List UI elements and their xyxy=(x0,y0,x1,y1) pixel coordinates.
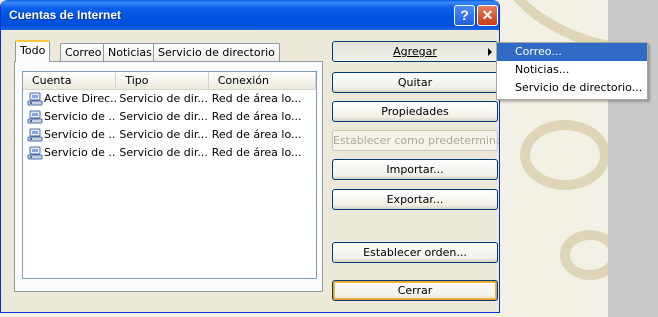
directory-service-icon xyxy=(27,109,43,125)
list-item[interactable]: Active Direc... Servicio de dir... Red de … xyxy=(23,90,316,108)
menu-item-correo[interactable]: Correo... xyxy=(497,43,647,61)
importar-button[interactable]: Importar... xyxy=(332,159,498,180)
window-title: Cuentas de Internet xyxy=(9,8,122,22)
submenu-arrow-icon xyxy=(488,48,492,56)
connection-cell: Red de área lo... xyxy=(211,92,302,105)
account-name: Servicio de ... xyxy=(44,110,117,123)
account-name: Active Direc... xyxy=(44,92,117,105)
type-cell: Servicio de dir... xyxy=(119,128,208,141)
list-item[interactable]: Servicio de ... Servicio de dir... Red de … xyxy=(23,144,316,162)
agregar-submenu: Correo... Noticias... Servicio de direct… xyxy=(496,42,648,100)
column-header-cuenta[interactable]: Cuenta xyxy=(23,72,117,90)
account-cell: Active Direc... xyxy=(23,90,116,108)
tab-correo[interactable]: Correo xyxy=(60,43,107,62)
help-button[interactable]: ? xyxy=(454,5,475,26)
account-cell: Servicio de ... xyxy=(23,144,116,162)
propiedades-button[interactable]: Propiedades xyxy=(332,101,498,122)
column-header-tipo[interactable]: Tipo xyxy=(116,72,209,90)
accounts-list[interactable]: Cuenta Tipo Conexión Active Direc... Serv… xyxy=(22,71,317,279)
close-window-button[interactable]: ✕ xyxy=(477,5,498,26)
connection-cell: Red de área lo... xyxy=(211,110,302,123)
tab-servicio-directorio[interactable]: Servicio de directorio xyxy=(153,43,280,62)
internet-accounts-dialog: Cuentas de Internet ? ✕ Todo Correo Noti… xyxy=(0,0,500,313)
type-cell: Servicio de dir... xyxy=(119,92,208,105)
column-header-conexion[interactable]: Conexión xyxy=(209,72,316,90)
list-item[interactable]: Servicio de ... Servicio de dir... Red de … xyxy=(23,126,316,144)
establecer-predeterminada-button[interactable]: Establecer como predeterminada xyxy=(332,130,499,151)
account-cell: Servicio de ... xyxy=(23,126,116,144)
directory-service-icon xyxy=(27,91,43,107)
list-item[interactable]: Servicio de ... Servicio de dir... Red de … xyxy=(23,108,316,126)
directory-service-icon xyxy=(27,145,43,161)
tab-todo[interactable]: Todo xyxy=(15,40,51,62)
title-bar[interactable]: Cuentas de Internet ? ✕ xyxy=(1,0,499,30)
dialog-client-area: Todo Correo Noticias Servicio de directo… xyxy=(4,30,499,310)
menu-item-servicio-directorio[interactable]: Servicio de directorio... xyxy=(497,79,647,97)
quitar-button[interactable]: Quitar xyxy=(332,72,498,93)
list-body: Active Direc... Servicio de dir... Red de … xyxy=(23,90,316,162)
connection-cell: Red de área lo... xyxy=(211,146,302,159)
tab-noticias[interactable]: Noticias xyxy=(103,43,157,62)
type-cell: Servicio de dir... xyxy=(119,146,208,159)
exportar-button[interactable]: Exportar... xyxy=(332,189,498,210)
account-cell: Servicio de ... xyxy=(23,108,116,126)
establecer-orden-button[interactable]: Establecer orden... xyxy=(332,242,498,263)
menu-item-noticias[interactable]: Noticias... xyxy=(497,61,647,79)
tab-panel-todo: Cuenta Tipo Conexión Active Direc... Serv… xyxy=(14,61,323,292)
type-cell: Servicio de dir... xyxy=(119,110,208,123)
cerrar-button[interactable]: Cerrar xyxy=(332,280,498,301)
list-header: Cuenta Tipo Conexión xyxy=(23,72,316,90)
agregar-button[interactable]: Agregar xyxy=(332,41,498,62)
account-name: Servicio de ... xyxy=(44,146,117,159)
agregar-button-label: Agregar xyxy=(393,45,437,58)
directory-service-icon xyxy=(27,127,43,143)
account-name: Servicio de ... xyxy=(44,128,117,141)
connection-cell: Red de área lo... xyxy=(211,128,302,141)
